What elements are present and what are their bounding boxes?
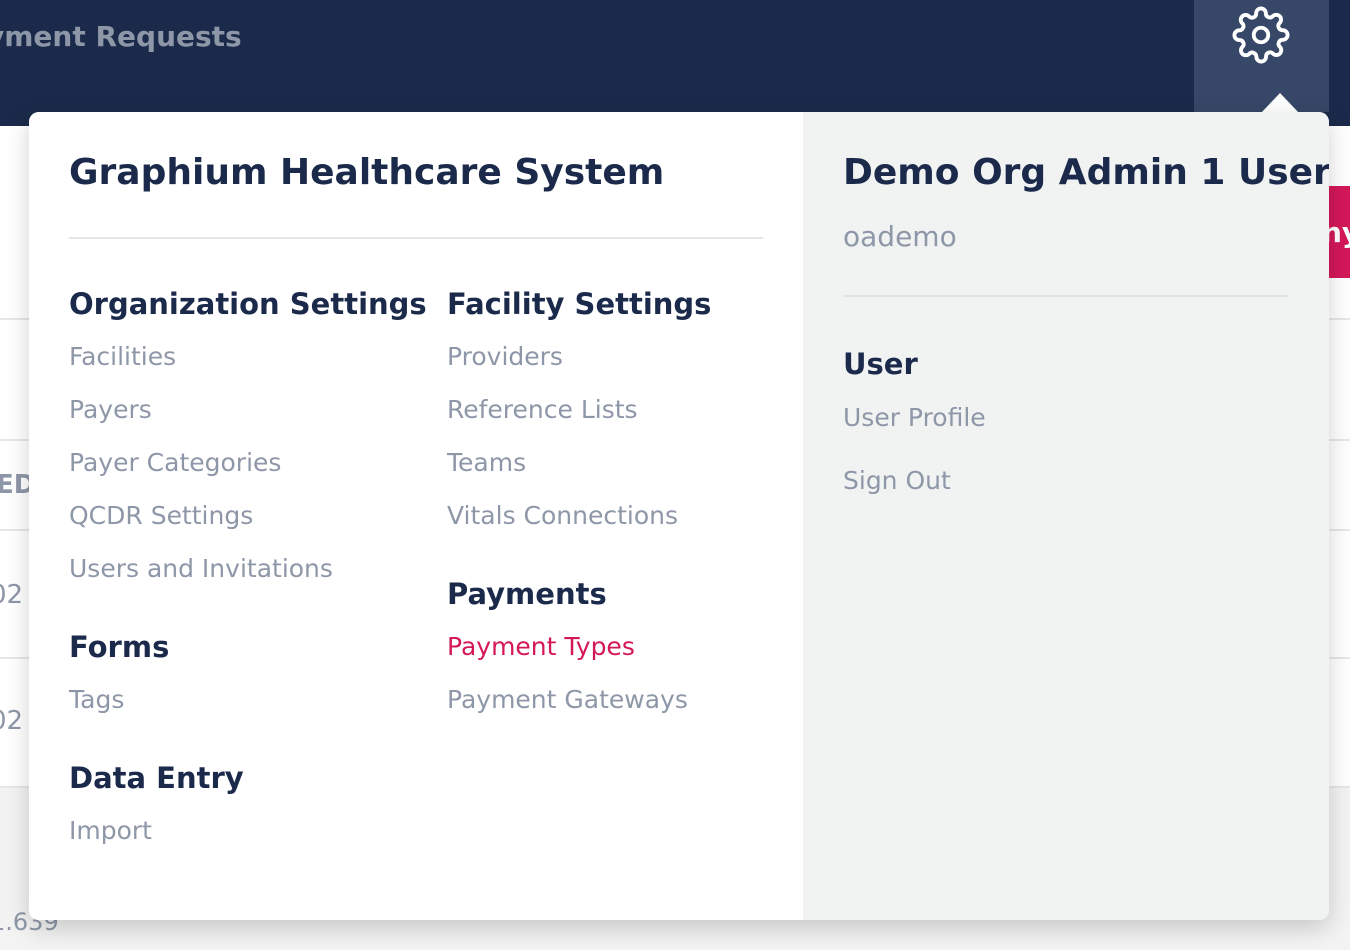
menu-item-payers[interactable]: Payers <box>69 395 427 425</box>
divider <box>69 237 763 239</box>
settings-dropdown: Graphium Healthcare System Organization … <box>29 112 1329 920</box>
gear-icon <box>1232 6 1290 64</box>
menu-item-vitals-connections[interactable]: Vitals Connections <box>447 501 711 531</box>
section-heading: Organization Settings <box>69 287 427 321</box>
sign-out-link[interactable]: Sign Out <box>843 466 951 495</box>
menu-item-tags[interactable]: Tags <box>69 685 169 715</box>
menu-item-import[interactable]: Import <box>69 816 244 846</box>
menu-item-payment-gateways[interactable]: Payment Gateways <box>447 685 688 715</box>
organization-settings-section: Organization Settings Facilities Payers … <box>69 287 427 584</box>
page-title: yment Requests <box>0 20 242 53</box>
section-heading: Forms <box>69 630 170 664</box>
menu-item-facilities[interactable]: Facilities <box>69 342 427 372</box>
menu-item-users-and-invitations[interactable]: Users and Invitations <box>69 554 427 584</box>
organization-menu: Graphium Healthcare System Organization … <box>29 112 803 920</box>
menu-item-payer-categories[interactable]: Payer Categories <box>69 448 427 478</box>
section-heading: Facility Settings <box>447 287 712 321</box>
top-navbar: yment Requests <box>0 0 1350 126</box>
organization-title: Graphium Healthcare System <box>69 152 665 193</box>
username: oademo <box>843 220 957 253</box>
divider <box>843 295 1288 297</box>
forms-section: Forms Tags <box>69 630 169 715</box>
section-heading: Payments <box>447 577 607 611</box>
menu-item-payment-types[interactable]: Payment Types <box>447 632 688 662</box>
section-heading: Data Entry <box>69 761 244 795</box>
menu-item-teams[interactable]: Teams <box>447 448 711 478</box>
user-section-heading: User <box>843 347 918 381</box>
table-cell-fragment: 02 <box>0 706 24 736</box>
payments-section: Payments Payment Types Payment Gateways <box>447 577 688 715</box>
data-entry-section: Data Entry Import <box>69 761 244 846</box>
menu-item-reference-lists[interactable]: Reference Lists <box>447 395 711 425</box>
menu-item-providers[interactable]: Providers <box>447 342 711 372</box>
table-cell-fragment: 02 <box>0 580 24 610</box>
menu-item-qcdr-settings[interactable]: QCDR Settings <box>69 501 427 531</box>
user-display-name: Demo Org Admin 1 User <box>843 152 1329 193</box>
dropdown-caret <box>1261 93 1299 113</box>
user-profile-link[interactable]: User Profile <box>843 403 986 432</box>
facility-settings-section: Facility Settings Providers Reference Li… <box>447 287 711 531</box>
user-menu: Demo Org Admin 1 User oademo User User P… <box>803 112 1329 920</box>
